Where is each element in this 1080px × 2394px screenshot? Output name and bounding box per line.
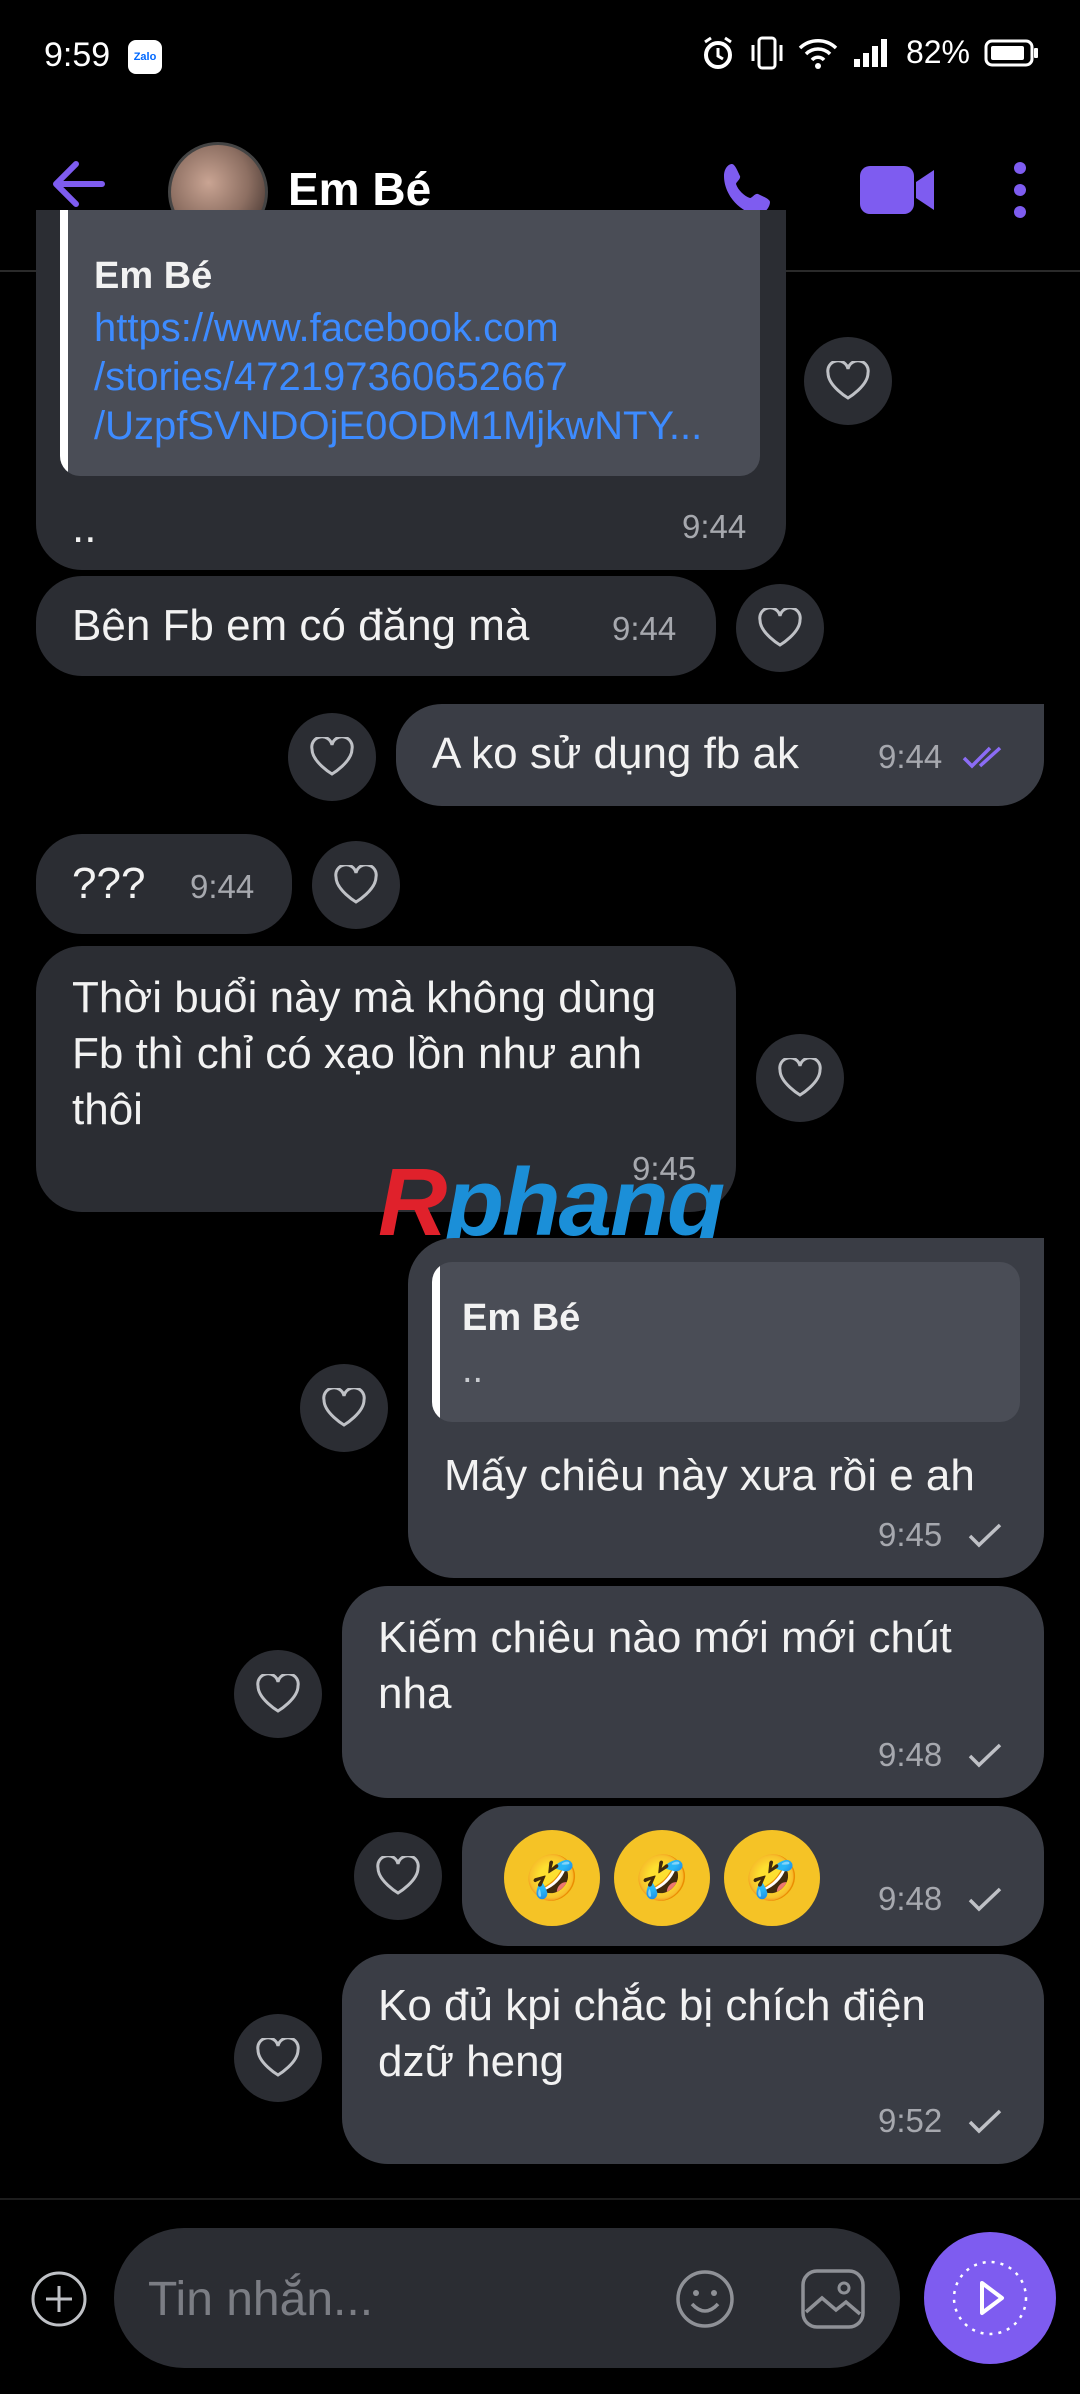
video-call-icon[interactable]	[858, 160, 938, 220]
message-text: Mấy chiêu này xưa rồi e ah	[444, 1451, 975, 1500]
message-bubble-incoming[interactable]: Bên Fb em có đăng mà 9:44	[36, 576, 716, 676]
message-text-line: dzữ heng	[378, 2037, 565, 2086]
like-heart-button[interactable]	[288, 713, 376, 801]
message-time: 9:45	[878, 1516, 943, 1553]
message-text-line: nha	[378, 1669, 452, 1718]
heart-icon	[256, 1674, 300, 1713]
contact-name[interactable]: Em Bé	[288, 162, 431, 216]
quote-text: ..	[462, 1349, 484, 1391]
link-line-1[interactable]: https://www.facebook.com	[94, 304, 559, 353]
message-text-line: Kiếm chiêu nào mới mới chút	[378, 1613, 952, 1662]
play-send-icon	[952, 2260, 1028, 2336]
status-bar: 9:59 Zalo 82%	[0, 0, 1080, 110]
back-arrow-icon[interactable]	[50, 160, 106, 208]
heart-icon	[256, 2038, 300, 2077]
heart-icon	[376, 1856, 420, 1895]
like-heart-button[interactable]	[756, 1034, 844, 1122]
message-bubble-outgoing[interactable]: Em Bé .. Mấy chiêu này xưa rồi e ah 9:45	[408, 1238, 1044, 1578]
rofl-emoji: 🤣	[724, 1830, 820, 1926]
quote-bar	[60, 210, 68, 476]
message-time: 9:44	[878, 738, 943, 775]
quote-author: Em Bé	[94, 255, 213, 297]
heart-icon	[334, 865, 378, 904]
emoji-picker-icon[interactable]	[674, 2268, 736, 2330]
status-time: 9:59	[44, 36, 111, 74]
message-time: 9:48	[878, 1736, 943, 1773]
heart-icon	[758, 608, 802, 647]
message-bubble-outgoing[interactable]: Kiếm chiêu nào mới mới chút nha 9:48	[342, 1586, 1044, 1798]
signal-icon	[853, 38, 887, 67]
link-line-3[interactable]: /UzpfSVNDOjE0ODM1MjkwNTY...	[94, 402, 702, 451]
double-check-read-icon	[962, 746, 1002, 769]
like-heart-button[interactable]	[736, 584, 824, 672]
message-time: 9:48	[878, 1880, 943, 1917]
message-bubble-outgoing[interactable]: A ko sử dụng fb ak 9:44	[396, 704, 1044, 806]
battery-icon	[984, 39, 1038, 66]
message-bubble-incoming[interactable]: Em Bé https://www.facebook.com /stories/…	[36, 210, 786, 570]
like-heart-button[interactable]	[300, 1364, 388, 1452]
message-input-placeholder: Tin nhắn...	[148, 2273, 374, 2326]
watermark-part-1: R	[378, 1149, 447, 1256]
gallery-icon[interactable]	[800, 2268, 866, 2330]
rofl-emoji: 🤣	[614, 1830, 710, 1926]
status-icons: 82%	[700, 34, 1040, 71]
rofl-emoji: 🤣	[504, 1830, 600, 1926]
like-heart-button[interactable]	[804, 337, 892, 425]
zalo-notification-icon: Zalo	[128, 40, 162, 74]
like-heart-button[interactable]	[312, 841, 400, 929]
heart-icon	[322, 1388, 366, 1427]
quote-author: Em Bé	[462, 1297, 581, 1339]
sent-check-icon	[968, 1743, 1002, 1768]
heart-icon	[778, 1058, 822, 1097]
quote-bar	[432, 1262, 440, 1422]
message-bubble-incoming[interactable]: ??? 9:44	[36, 834, 292, 934]
alarm-icon	[703, 36, 732, 69]
quoted-message[interactable]: Em Bé ..	[432, 1262, 1020, 1422]
sent-check-icon	[968, 1523, 1002, 1548]
message-time: 9:44	[190, 868, 255, 905]
message-composer: Tin nhắn...	[0, 2198, 1080, 2394]
sent-check-icon	[968, 2109, 1002, 2134]
battery-percent: 82%	[905, 34, 970, 70]
message-bubble-outgoing[interactable]: Ko đủ kpi chắc bị chích điện dzữ heng 9:…	[342, 1954, 1044, 2164]
message-text: Bên Fb em có đăng mà	[72, 601, 530, 650]
link-line-2[interactable]: /stories/472197360652667	[94, 353, 568, 402]
message-text: ???	[72, 859, 146, 908]
message-input[interactable]: Tin nhắn...	[114, 2228, 900, 2368]
message-text: ..	[72, 503, 97, 552]
message-time: 9:44	[612, 610, 677, 647]
message-bubble-outgoing[interactable]: 🤣 🤣 🤣 9:48	[462, 1806, 1044, 1946]
message-text-line: Ko đủ kpi chắc bị chích điện	[378, 1981, 926, 2030]
like-heart-button[interactable]	[234, 1650, 322, 1738]
message-time: 9:52	[878, 2102, 943, 2139]
voice-send-button[interactable]	[924, 2232, 1056, 2364]
message-text-line: thôi	[72, 1085, 143, 1134]
wifi-icon	[798, 38, 838, 69]
more-options-icon[interactable]	[1012, 160, 1028, 220]
message-text: A ko sử dụng fb ak	[432, 729, 800, 778]
sent-check-icon	[968, 1887, 1002, 1912]
heart-icon	[826, 361, 870, 400]
message-text-line: Thời buổi này mà không dùng	[72, 973, 657, 1022]
add-attachment-icon[interactable]	[30, 2270, 88, 2328]
message-time: 9:44	[682, 508, 747, 545]
vibrate-icon	[751, 36, 783, 69]
like-heart-button[interactable]	[354, 1832, 442, 1920]
quoted-message[interactable]: Em Bé https://www.facebook.com /stories/…	[60, 210, 760, 476]
like-heart-button[interactable]	[234, 2014, 322, 2102]
heart-icon	[310, 737, 354, 776]
message-text-line: Fb thì chỉ có xạo lồn như anh	[72, 1029, 643, 1078]
